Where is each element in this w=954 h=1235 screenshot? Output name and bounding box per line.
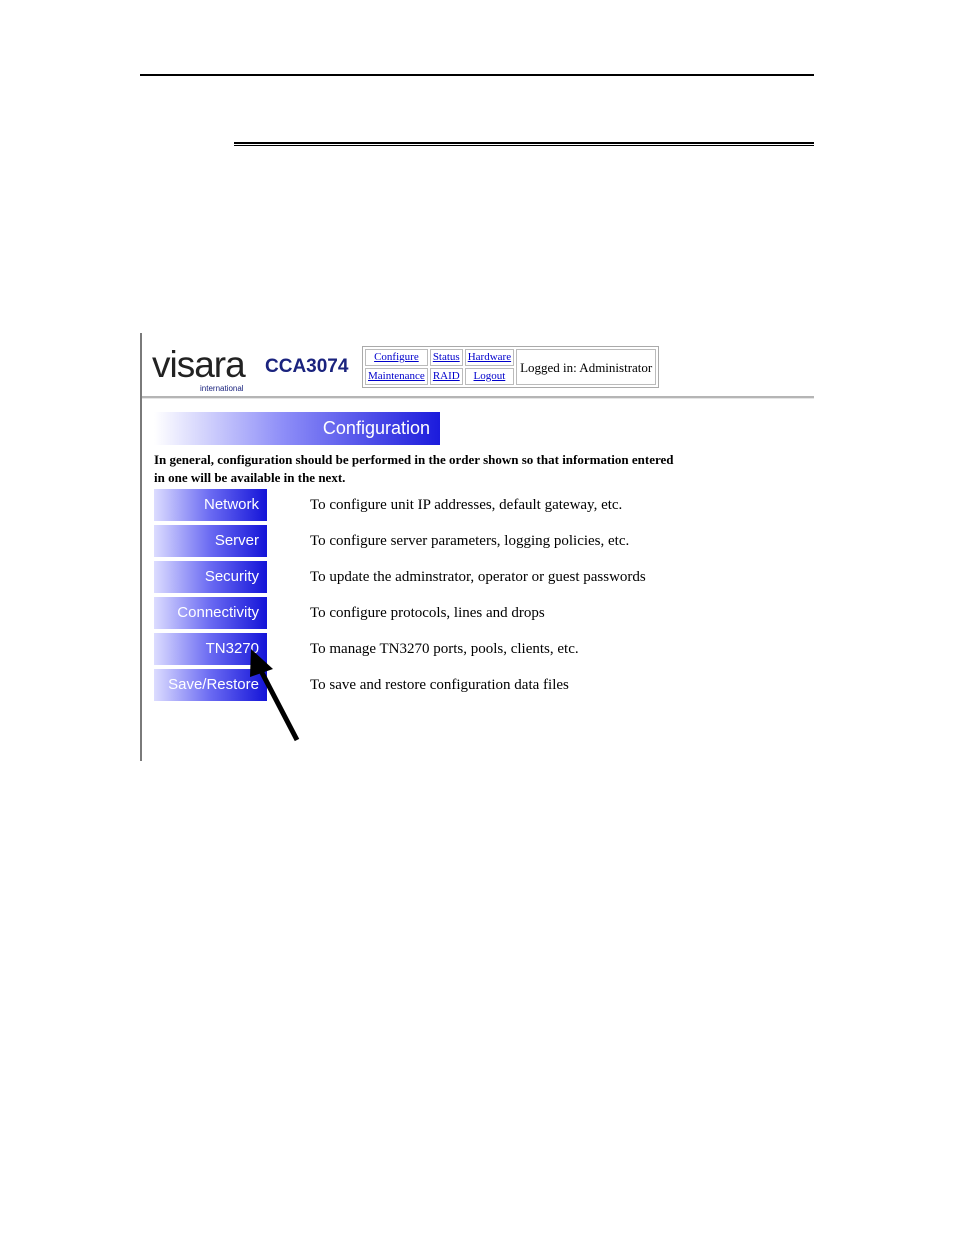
security-description: To update the adminstrator, operator or … bbox=[310, 569, 646, 585]
nav-cell-maintenance: Maintenance bbox=[365, 368, 428, 385]
nav-cell-hardware: Hardware bbox=[464, 349, 515, 366]
network-button[interactable]: Network bbox=[154, 489, 267, 521]
connectivity-button[interactable]: Connectivity bbox=[154, 597, 267, 629]
logged-in-status: Logged in: Administrator bbox=[516, 349, 657, 385]
page-top-rule bbox=[140, 74, 814, 76]
visara-logo: visara international bbox=[152, 343, 256, 393]
nav-cell-logout: Logout bbox=[464, 368, 515, 385]
page-title: Configuration bbox=[322, 418, 430, 438]
nav-cell-configure: Configure bbox=[365, 349, 428, 366]
logo-wordmark: visara bbox=[152, 344, 246, 385]
nav-link-hardware[interactable]: Hardware bbox=[468, 351, 511, 363]
nav-link-maintenance[interactable]: Maintenance bbox=[368, 370, 425, 382]
section-double-rule bbox=[234, 142, 814, 146]
nav-link-status[interactable]: Status bbox=[433, 351, 460, 363]
security-button[interactable]: Security bbox=[154, 561, 267, 593]
connectivity-description: To configure protocols, lines and drops bbox=[310, 605, 545, 621]
intro-text: In general, configuration should be perf… bbox=[154, 452, 674, 485]
server-description: To configure server parameters, logging … bbox=[310, 533, 630, 549]
tn3270-description: To manage TN3270 ports, pools, clients, … bbox=[310, 641, 579, 657]
pointer-arrow-icon bbox=[250, 649, 300, 742]
header-divider-shadow bbox=[142, 398, 814, 399]
top-nav: Configure Status Hardware Logged in: Adm… bbox=[362, 346, 660, 388]
product-name: CCA3074 bbox=[265, 356, 349, 377]
nav-link-raid[interactable]: RAID bbox=[433, 370, 460, 382]
nav-link-logout[interactable]: Logout bbox=[474, 370, 506, 382]
server-button[interactable]: Server bbox=[154, 525, 267, 557]
save-restore-description: To save and restore configuration data f… bbox=[310, 677, 569, 693]
nav-cell-status: Status bbox=[429, 349, 463, 366]
screenshot-frame: visara international CCA3074 Configure S… bbox=[140, 333, 814, 761]
nav-cell-raid: RAID bbox=[429, 368, 463, 385]
configuration-header: Configuration bbox=[154, 412, 440, 445]
nav-link-configure[interactable]: Configure bbox=[374, 351, 419, 363]
logo-subtitle: international bbox=[200, 384, 244, 393]
network-description: To configure unit IP addresses, default … bbox=[310, 497, 623, 513]
